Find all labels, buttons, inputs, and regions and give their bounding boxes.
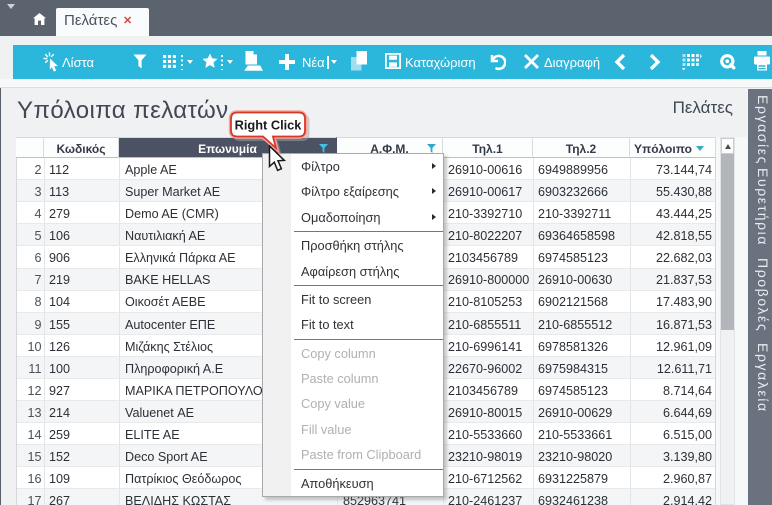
svg-text:Right Click: Right Click: [235, 118, 303, 133]
